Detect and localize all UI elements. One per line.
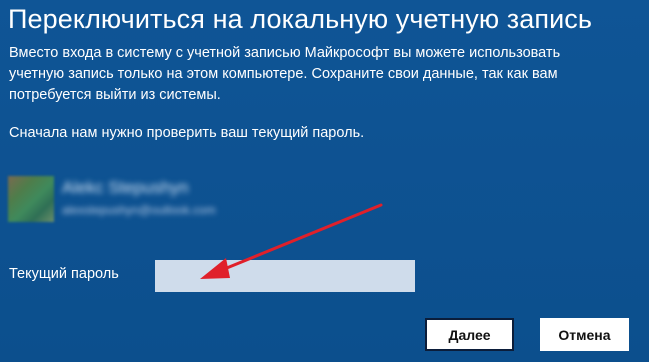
switch-to-local-account-dialog: Переключиться на локальную учетную запис…: [0, 0, 649, 362]
cancel-button[interactable]: Отмена: [540, 318, 629, 351]
current-password-label: Текущий пароль: [9, 266, 119, 282]
account-info: Alekc Stepushyn alexstepushyn@outlook.co…: [8, 176, 268, 222]
dialog-description: Вместо входа в систему с учетной записью…: [9, 43, 609, 106]
next-button[interactable]: Далее: [425, 318, 514, 351]
description-text: Вместо входа в систему с учетной записью…: [9, 45, 561, 103]
account-name: Alekc Stepushyn: [62, 178, 189, 197]
dialog-title: Переключиться на локальную учетную запис…: [8, 4, 593, 34]
avatar: [8, 176, 54, 222]
password-check-note: Сначала нам нужно проверить ваш текущий …: [9, 125, 365, 141]
account-email: alexstepushyn@outlook.com: [62, 203, 216, 217]
current-password-field[interactable]: [155, 260, 415, 292]
